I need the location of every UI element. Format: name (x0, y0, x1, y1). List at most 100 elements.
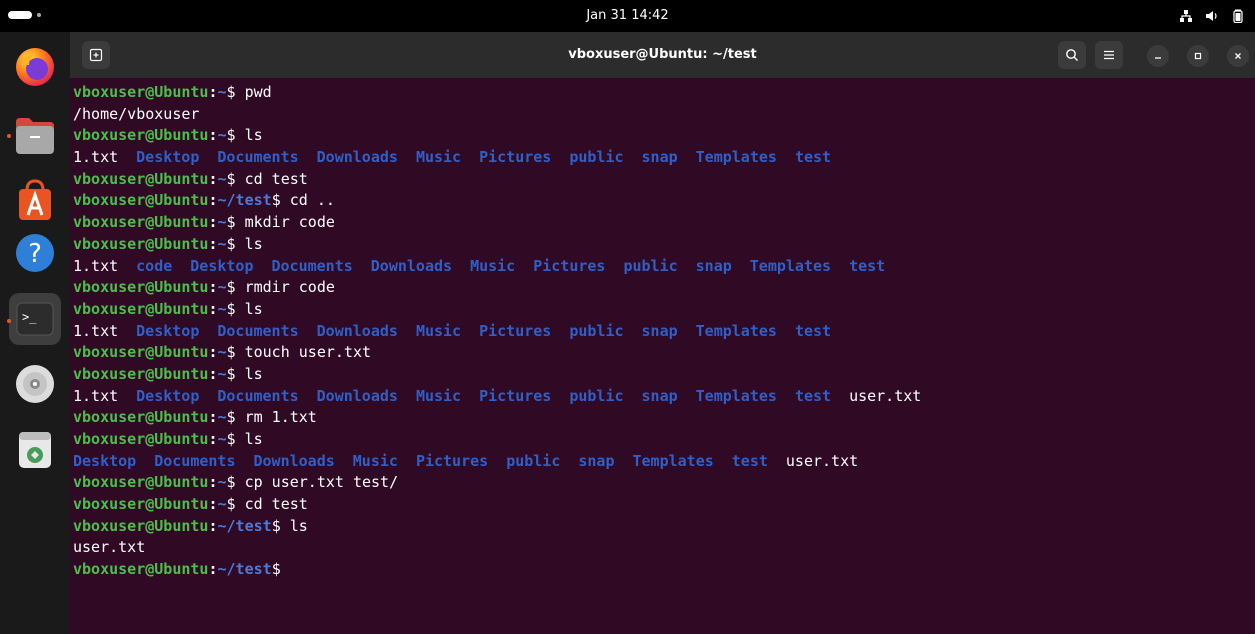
prompt-user-host: vboxuser@Ubuntu (73, 83, 209, 101)
output-line: /home/vboxuser (73, 104, 1248, 126)
prompt-user-host: vboxuser@Ubuntu (73, 169, 209, 188)
prompt-dollar: $ (271, 516, 281, 535)
prompt-colon: : (208, 473, 218, 492)
maximize-button[interactable] (1187, 45, 1209, 67)
maximize-icon (1194, 52, 1202, 60)
terminal-icon: >_ (16, 302, 54, 336)
prompt-path: ~ (217, 169, 227, 188)
dock-firefox[interactable] (9, 41, 61, 93)
ls-dir-entry: Pictures (479, 386, 552, 405)
prompt-dollar: $ (226, 495, 236, 514)
prompt-colon: : (208, 213, 218, 232)
prompt-colon: : (208, 516, 218, 535)
output-line: user.txt (73, 537, 1248, 559)
command-text: pwd (235, 83, 272, 101)
command-line: vboxuser@Ubuntu:~$ cd test (73, 169, 1248, 191)
dock-app-center[interactable] (9, 174, 61, 226)
ls-dir-entry: Downloads (253, 451, 335, 470)
prompt-dollar: $ (226, 343, 236, 362)
header-bar[interactable]: vboxuser@Ubuntu: ~/test (70, 32, 1255, 78)
ls-dir-entry: Music (352, 451, 398, 470)
command-text: ls (280, 516, 308, 535)
ls-dir-entry: Music (415, 321, 462, 340)
prompt-user-host: vboxuser@Ubuntu (73, 343, 209, 362)
command-line: vboxuser@Ubuntu:~$ pwd (73, 82, 1248, 104)
prompt-colon: : (208, 495, 218, 514)
terminal-window[interactable]: vboxuser@Ubuntu: ~/test vboxuser@Ubuntu:… (70, 32, 1255, 634)
close-icon (1235, 53, 1241, 59)
prompt-dollar: $ (226, 473, 236, 492)
clock[interactable]: Jan 31 14:42 (0, 0, 1255, 32)
command-text: rmdir code (235, 278, 335, 297)
system-tray[interactable] (1179, 0, 1245, 32)
ls-dir-entry: Pictures (479, 148, 552, 167)
dock: ? >_ (0, 32, 70, 634)
command-line: vboxuser@Ubuntu:~$ ls (73, 125, 1248, 147)
dock-files[interactable] (9, 110, 61, 162)
prompt-path: ~ (217, 364, 227, 383)
prompt-colon: : (208, 169, 218, 188)
volume-icon[interactable] (1205, 9, 1219, 23)
command-text: ls (235, 126, 263, 145)
prompt-path: ~ (217, 408, 227, 427)
prompt-path: ~ (217, 213, 227, 232)
minimize-button[interactable] (1147, 45, 1169, 67)
prompt-path: ~ (217, 430, 227, 448)
command-line: vboxuser@Ubuntu:~$ touch user.txt (73, 342, 1248, 364)
command-line: vboxuser@Ubuntu:~$ ls (73, 234, 1248, 256)
ls-file-entry: user.txt (785, 451, 859, 470)
prompt-colon: : (208, 126, 218, 145)
ls-dir-entry: test (794, 148, 832, 167)
close-button[interactable] (1227, 45, 1249, 67)
files-icon (16, 118, 54, 154)
prompt-dollar: $ (226, 299, 236, 318)
command-text: cp user.txt test/ (235, 473, 399, 492)
prompt-dollar: $ (271, 560, 281, 579)
ls-dir-entry: Desktop (136, 321, 200, 340)
ls-dir-entry: Pictures (415, 451, 489, 470)
command-line: vboxuser@Ubuntu:~$ ls (73, 299, 1248, 321)
prompt-path: ~ (217, 126, 227, 145)
prompt-user-host: vboxuser@Ubuntu (73, 516, 209, 535)
prompt-dollar: $ (226, 169, 236, 188)
command-line: vboxuser@Ubuntu:~/test$ ls (73, 516, 1248, 538)
prompt-path: ~ (217, 299, 227, 318)
ls-dir-entry: Templates (695, 321, 777, 340)
command-line: vboxuser@Ubuntu:~$ rm 1.txt (73, 407, 1248, 429)
ls-output-line: 1.txt Desktop Documents Downloads Music Pictu… (73, 147, 1248, 169)
ls-dir-entry: snap (578, 451, 615, 470)
help-icon: ? (16, 234, 54, 272)
command-line: vboxuser@Ubuntu:~/test$ cd .. (73, 190, 1248, 212)
ls-file-entry: 1.txt (73, 321, 119, 340)
top-bar: Jan 31 14:42 (0, 0, 1255, 32)
prompt-colon: : (208, 430, 218, 448)
terminal-output[interactable]: vboxuser@Ubuntu:~$ pwd/home/vboxuser vbox… (73, 82, 1248, 581)
ls-file-entry: 1.txt (73, 256, 119, 275)
ls-dir-entry: Documents (271, 256, 353, 275)
ls-dir-entry: Downloads (316, 148, 398, 167)
prompt-user-host: vboxuser@Ubuntu (73, 408, 209, 427)
battery-icon[interactable] (1231, 9, 1245, 23)
prompt-dollar: $ (226, 234, 236, 253)
ls-dir-entry: snap (641, 148, 678, 167)
command-text: cd .. (280, 191, 335, 210)
prompt-colon: : (208, 83, 218, 101)
network-icon[interactable] (1179, 9, 1193, 23)
ls-dir-entry: Templates (695, 386, 777, 405)
command-line: vboxuser@Ubuntu:~$ rmdir code (73, 277, 1248, 299)
ls-dir-entry: Downloads (370, 256, 453, 275)
ls-dir-entry: Desktop (136, 148, 200, 167)
dock-help[interactable]: ? (9, 227, 61, 279)
dock-disc[interactable] (9, 358, 61, 410)
ls-output-line: Desktop Documents Downloads Music Pictures pu… (73, 451, 1248, 473)
command-line: vboxuser@Ubuntu:~$ mkdir code (73, 212, 1248, 234)
prompt-path: ~ (217, 495, 227, 514)
search-button[interactable] (1058, 41, 1086, 69)
prompt-path: ~ (217, 234, 227, 253)
prompt-colon: : (208, 560, 218, 579)
menu-button[interactable] (1095, 41, 1123, 69)
prompt-colon: : (208, 343, 218, 362)
dock-terminal[interactable]: >_ (9, 293, 61, 345)
dock-trash[interactable] (9, 424, 61, 476)
ls-dir-entry: test (794, 386, 832, 405)
